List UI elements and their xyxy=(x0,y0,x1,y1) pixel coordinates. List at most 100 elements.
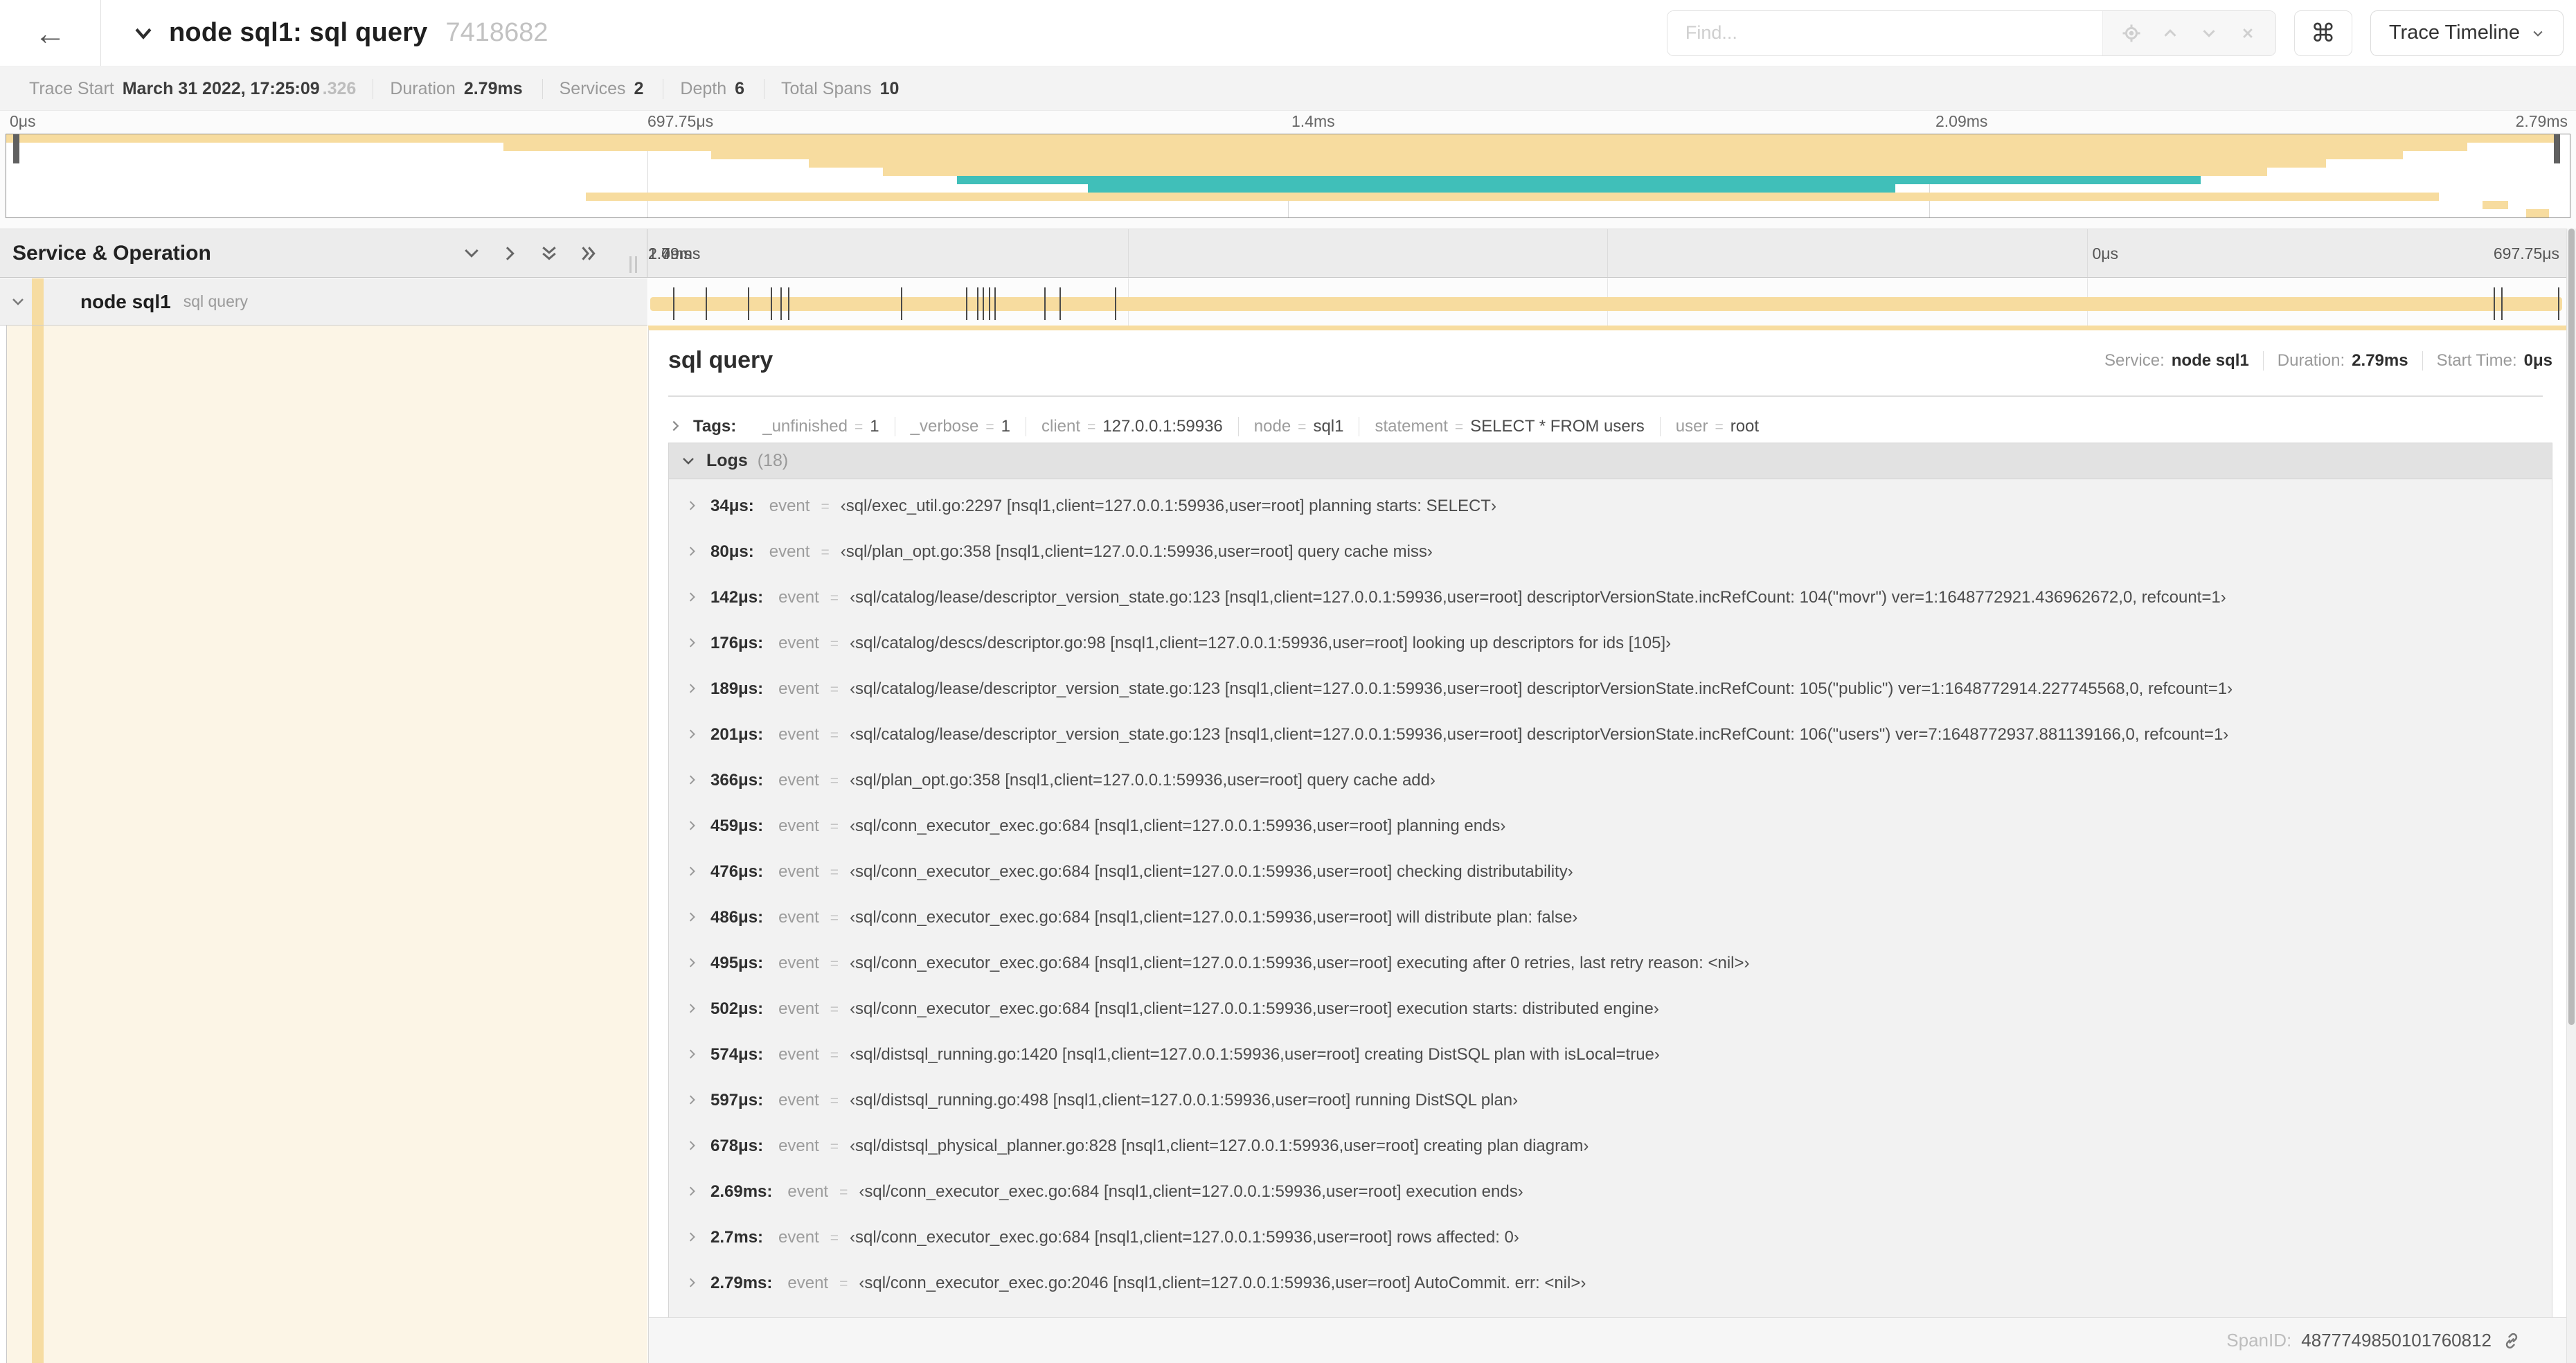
log-marker xyxy=(994,287,996,320)
log-message: ‹sql/distsql_physical_planner.go:828 [ns… xyxy=(850,1137,1589,1155)
logs-header[interactable]: Logs (18) xyxy=(669,443,2552,479)
deep-link-icon[interactable] xyxy=(2501,1330,2522,1351)
log-field-name: event xyxy=(778,1091,819,1110)
span-row-timeline-cell[interactable] xyxy=(648,278,2566,326)
view-selector-label: Trace Timeline xyxy=(2388,21,2520,44)
equals-sign: = xyxy=(855,419,864,435)
minimap-tick-labels: 0μs 697.75μs 1.4ms 2.09ms 2.79ms xyxy=(0,112,2576,133)
chevron-right-icon xyxy=(689,501,695,510)
log-entry[interactable]: 678μs: event = ‹sql/distsql_physical_pla… xyxy=(669,1123,2552,1169)
log-marker xyxy=(787,287,789,320)
ruler-tick-label: 697.75μs xyxy=(2493,244,2559,262)
tag-value: 1 xyxy=(870,417,879,436)
log-entry[interactable]: 476μs: event = ‹sql/conn_executor_exec.g… xyxy=(669,849,2552,895)
ruler-gridline xyxy=(1127,229,1129,277)
log-entry[interactable]: 366μs: event = ‹sql/plan_opt.go:358 [nsq… xyxy=(669,758,2552,803)
log-timestamp: 678μs: xyxy=(710,1137,764,1155)
log-field-name: event xyxy=(778,634,819,652)
expand-all-icon[interactable] xyxy=(578,243,598,264)
locate-icon[interactable] xyxy=(2121,23,2142,44)
log-entry[interactable]: 502μs: event = ‹sql/conn_executor_exec.g… xyxy=(669,986,2552,1032)
tag-item: _unfinished = 1 xyxy=(747,417,894,436)
viewport-scrubber-left[interactable] xyxy=(13,134,19,163)
vertical-scrollbar[interactable] xyxy=(2566,229,2576,1363)
equals-sign: = xyxy=(830,819,839,835)
minimap-span xyxy=(6,134,2555,143)
log-timestamp: 459μs: xyxy=(710,817,764,835)
equals-sign: = xyxy=(839,1276,848,1292)
log-entry[interactable]: 34μs: event = ‹sql/exec_util.go:2297 [ns… xyxy=(669,483,2552,529)
minimap-span xyxy=(585,193,2440,201)
tags-row[interactable]: Tags: _unfinished = 1 _verbose = 1 clien… xyxy=(668,416,2552,436)
log-entry[interactable]: 486μs: event = ‹sql/conn_executor_exec.g… xyxy=(669,895,2552,941)
log-entry[interactable]: 597μs: event = ‹sql/distsql_running.go:4… xyxy=(669,1078,2552,1123)
chevron-right-icon xyxy=(689,912,695,922)
meta-item: Start Time: 0μs xyxy=(2422,350,2552,371)
log-entry[interactable]: 574μs: event = ‹sql/distsql_running.go:1… xyxy=(669,1032,2552,1078)
span-row[interactable]: node sql1 sql query xyxy=(0,278,2566,326)
keyboard-shortcuts-button[interactable]: ⌘ xyxy=(2293,10,2352,56)
log-timestamp: 2.79ms: xyxy=(710,1274,773,1292)
trace-title-group[interactable]: node sql1: sql query 7418682 xyxy=(132,18,548,48)
chevron-down-icon[interactable] xyxy=(10,294,26,310)
span-row-name-cell[interactable]: node sql1 sql query xyxy=(0,278,647,326)
equals-sign: = xyxy=(830,1230,839,1246)
log-entry[interactable]: 142μs: event = ‹sql/catalog/lease/descri… xyxy=(669,575,2552,621)
span-id-row: SpanID: 4877749850101760812 xyxy=(649,1317,2566,1363)
log-marker xyxy=(988,287,990,320)
log-entry[interactable]: 2.69ms: event = ‹sql/conn_executor_exec.… xyxy=(669,1169,2552,1215)
trace-stat: Trace Start March 31 2022, 17:25:09 .326 xyxy=(12,79,373,99)
log-entry[interactable]: 459μs: event = ‹sql/conn_executor_exec.g… xyxy=(669,803,2552,849)
tags-list: _unfinished = 1 _verbose = 1 client = 12… xyxy=(747,417,1774,436)
expand-one-icon[interactable] xyxy=(500,243,521,264)
log-timestamp: 366μs: xyxy=(710,771,764,790)
span-color-band xyxy=(32,278,44,325)
stat-suffix: .326 xyxy=(322,78,357,98)
log-entry[interactable]: 189μs: event = ‹sql/catalog/lease/descri… xyxy=(669,666,2552,712)
log-message: ‹sql/exec_util.go:2297 [nsql1,client=127… xyxy=(840,497,1496,515)
log-field-name: event xyxy=(787,1274,829,1292)
equals-sign: = xyxy=(1715,419,1724,435)
log-entry[interactable]: 176μs: event = ‹sql/catalog/descs/descri… xyxy=(669,621,2552,666)
log-marker xyxy=(1114,287,1116,320)
minimap-tick-label: 0μs xyxy=(10,112,36,130)
log-timestamp: 495μs: xyxy=(710,954,764,972)
stat-value: 2 xyxy=(634,78,644,98)
chevron-right-icon xyxy=(689,684,695,693)
log-message: ‹sql/catalog/lease/descriptor_version_st… xyxy=(850,679,2233,698)
collapse-one-icon[interactable] xyxy=(461,243,482,264)
log-entry[interactable]: 201μs: event = ‹sql/catalog/lease/descri… xyxy=(669,712,2552,758)
minimap-canvas[interactable] xyxy=(6,134,2570,218)
top-bar: ← node sql1: sql query 7418682 ⌘ xyxy=(0,0,2576,66)
collapse-controls xyxy=(461,243,598,264)
log-field-name: event xyxy=(769,542,810,561)
log-entry[interactable]: 495μs: event = ‹sql/conn_executor_exec.g… xyxy=(669,941,2552,986)
prev-match-icon[interactable] xyxy=(2160,23,2181,44)
stat-value: 2.79ms xyxy=(463,78,523,98)
log-field-name: event xyxy=(778,725,819,744)
column-resizer[interactable] xyxy=(629,256,637,273)
equals-sign: = xyxy=(830,636,839,652)
trace-stat: Duration 2.79ms xyxy=(373,78,542,99)
top-controls: ⌘ Trace Timeline xyxy=(1666,10,2576,56)
span-color-band xyxy=(32,326,44,1363)
log-entry[interactable]: 80μs: event = ‹sql/plan_opt.go:358 [nsql… xyxy=(669,529,2552,575)
chevron-down-icon xyxy=(135,28,152,39)
back-button[interactable]: ← xyxy=(0,0,101,66)
clear-icon[interactable] xyxy=(2238,24,2257,43)
stat-value: 10 xyxy=(879,78,900,98)
collapse-all-icon[interactable] xyxy=(539,243,560,264)
scrollbar-thumb[interactable] xyxy=(2568,229,2575,1025)
tag-value: SELECT * FROM users xyxy=(1470,417,1645,436)
span-bar[interactable] xyxy=(650,287,2562,320)
stat-label: Duration xyxy=(390,78,456,98)
viewport-scrubber-right[interactable] xyxy=(2554,134,2560,163)
log-message: ‹sql/conn_executor_exec.go:684 [nsql1,cl… xyxy=(850,817,1506,835)
log-entry[interactable]: 2.79ms: event = ‹sql/conn_executor_exec.… xyxy=(669,1260,2552,1306)
next-match-icon[interactable] xyxy=(2199,23,2219,44)
view-selector-button[interactable]: Trace Timeline xyxy=(2370,10,2564,56)
log-message: ‹sql/distsql_running.go:498 [nsql1,clien… xyxy=(850,1091,1519,1110)
log-field-name: event xyxy=(778,954,819,972)
find-input[interactable] xyxy=(1667,10,2102,55)
log-entry[interactable]: 2.7ms: event = ‹sql/conn_executor_exec.g… xyxy=(669,1215,2552,1260)
